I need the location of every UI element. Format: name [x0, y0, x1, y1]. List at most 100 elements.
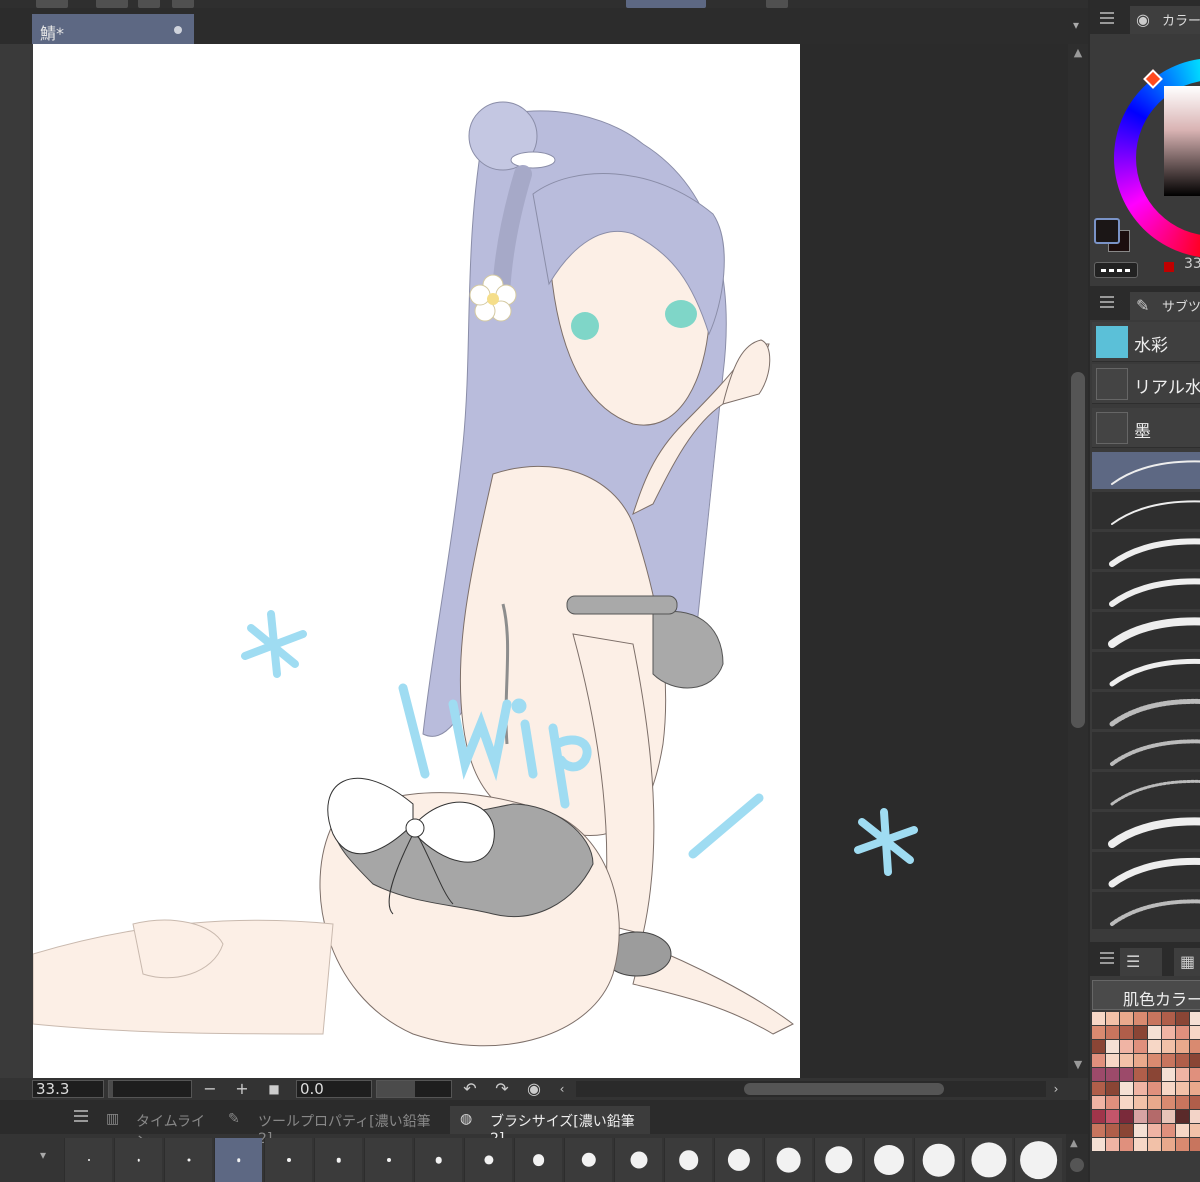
color-swatch[interactable]: [1134, 1012, 1147, 1025]
color-swatch[interactable]: [1176, 1026, 1189, 1039]
color-swatch[interactable]: [1176, 1124, 1189, 1137]
brush-size-option[interactable]: [64, 1138, 112, 1182]
color-swatch[interactable]: [1162, 1054, 1175, 1067]
color-swatch[interactable]: [1134, 1068, 1147, 1081]
brush-size-option[interactable]: [214, 1138, 262, 1182]
close-dot-icon[interactable]: [174, 26, 182, 34]
scroll-thumb[interactable]: [1071, 372, 1085, 728]
main-color-chip[interactable]: [1094, 218, 1120, 244]
toolbar-button[interactable]: [172, 0, 194, 8]
color-swatch[interactable]: [1190, 1138, 1200, 1151]
color-swatch[interactable]: [1106, 1138, 1119, 1151]
color-swatch[interactable]: [1176, 1110, 1189, 1123]
rotation-slider[interactable]: [376, 1080, 452, 1098]
color-swatch[interactable]: [1106, 1096, 1119, 1109]
tab-brush-size[interactable]: ◍ ブラシサイズ[濃い鉛筆 2]: [450, 1106, 650, 1147]
brush-size-option[interactable]: [864, 1138, 912, 1182]
brush-preset[interactable]: [1092, 452, 1200, 490]
color-swatch[interactable]: [1106, 1054, 1119, 1067]
brush-size-option[interactable]: [614, 1138, 662, 1182]
color-swatch[interactable]: [1092, 1054, 1105, 1067]
scroll-up-icon[interactable]: ▲: [1070, 1138, 1078, 1149]
color-swatch[interactable]: [1120, 1068, 1133, 1081]
brush-preset[interactable]: [1092, 732, 1200, 770]
tab-palette-set[interactable]: ☰: [1120, 948, 1162, 976]
color-swatch[interactable]: [1120, 1082, 1133, 1095]
color-swatch[interactable]: [1134, 1138, 1147, 1151]
brush-size-option[interactable]: [414, 1138, 462, 1182]
color-swatch[interactable]: [1190, 1012, 1200, 1025]
color-swatch[interactable]: [1190, 1082, 1200, 1095]
brush-size-option[interactable]: [664, 1138, 712, 1182]
color-swatch[interactable]: [1148, 1040, 1161, 1053]
toolbar-button[interactable]: [36, 0, 68, 8]
brush-size-option[interactable]: [514, 1138, 562, 1182]
color-swatch[interactable]: [1176, 1054, 1189, 1067]
brush-size-option[interactable]: [114, 1138, 162, 1182]
chevron-down-icon[interactable]: ▾: [1068, 18, 1084, 34]
brush-preset[interactable]: [1092, 572, 1200, 610]
color-swatch[interactable]: [1162, 1110, 1175, 1123]
color-swatch[interactable]: [1148, 1082, 1161, 1095]
brush-size-option[interactable]: [1014, 1138, 1062, 1182]
brush-size-scrollbar[interactable]: ▲: [1066, 1134, 1088, 1182]
canvas-horizontal-scrollbar[interactable]: [576, 1081, 1046, 1097]
color-swatch[interactable]: [1162, 1124, 1175, 1137]
drawing-canvas[interactable]: [33, 44, 800, 1078]
saturation-value-square[interactable]: [1164, 86, 1200, 196]
color-swatch[interactable]: [1092, 1110, 1105, 1123]
color-swatch[interactable]: [1134, 1026, 1147, 1039]
color-swatch[interactable]: [1092, 1040, 1105, 1053]
color-swatch[interactable]: [1120, 1138, 1133, 1151]
color-swatch[interactable]: [1092, 1082, 1105, 1095]
rotation-input[interactable]: 0.0: [296, 1080, 372, 1098]
color-swatch[interactable]: [1162, 1138, 1175, 1151]
color-swatch[interactable]: [1148, 1096, 1161, 1109]
brush-size-option[interactable]: [314, 1138, 362, 1182]
toolbar-button-active[interactable]: [626, 0, 706, 8]
brush-size-option[interactable]: [914, 1138, 962, 1182]
color-swatch[interactable]: [1106, 1110, 1119, 1123]
color-swatch[interactable]: [1148, 1012, 1161, 1025]
color-swatch[interactable]: [1120, 1012, 1133, 1025]
color-swatch[interactable]: [1120, 1110, 1133, 1123]
color-swatch[interactable]: [1120, 1026, 1133, 1039]
color-swatch[interactable]: [1134, 1040, 1147, 1053]
color-swatch[interactable]: [1092, 1068, 1105, 1081]
color-swatch[interactable]: [1190, 1040, 1200, 1053]
brush-preset[interactable]: [1092, 812, 1200, 850]
toolbar-button[interactable]: [766, 0, 788, 8]
zoom-input[interactable]: 33.3: [32, 1080, 104, 1098]
color-swatch[interactable]: [1148, 1068, 1161, 1081]
brush-preset[interactable]: [1092, 532, 1200, 570]
panel-menu-icon[interactable]: [74, 1110, 88, 1122]
color-wheel-panel[interactable]: 33: [1090, 34, 1200, 286]
color-swatch[interactable]: [1176, 1068, 1189, 1081]
brush-size-option[interactable]: [464, 1138, 512, 1182]
scroll-left-icon[interactable]: ‹: [552, 1078, 572, 1100]
panel-menu-icon[interactable]: [1100, 12, 1114, 24]
color-swatch[interactable]: [1106, 1026, 1119, 1039]
brush-preset[interactable]: [1092, 692, 1200, 730]
tab-palette-grid[interactable]: ▦: [1174, 948, 1200, 976]
palette-name-dropdown[interactable]: 肌色カラー: [1092, 980, 1200, 1010]
color-swatch[interactable]: [1120, 1124, 1133, 1137]
subtool-real-watercolor[interactable]: リアル水彩: [1092, 364, 1200, 404]
color-swatch[interactable]: [1106, 1124, 1119, 1137]
tab-tool-property[interactable]: ✎ ツールプロパティ[濃い鉛筆 2]: [218, 1106, 446, 1147]
color-swatch[interactable]: [1162, 1082, 1175, 1095]
color-swatch[interactable]: [1190, 1124, 1200, 1137]
scroll-thumb[interactable]: [1070, 1158, 1084, 1172]
color-swatch[interactable]: [1176, 1012, 1189, 1025]
color-swatch[interactable]: [1148, 1110, 1161, 1123]
canvas-vertical-scrollbar[interactable]: ▲ ▼: [1068, 44, 1088, 1078]
zoom-out-icon[interactable]: −: [200, 1078, 220, 1100]
document-tab[interactable]: 鯖*: [32, 14, 194, 44]
brush-preset[interactable]: [1092, 852, 1200, 890]
brush-preset[interactable]: [1092, 892, 1200, 930]
tab-subtool[interactable]: ✎ サブツ: [1130, 292, 1200, 320]
brush-preset[interactable]: [1092, 492, 1200, 530]
tab-timeline[interactable]: ▥ タイムライン: [96, 1106, 214, 1150]
rotate-right-icon[interactable]: ↷: [492, 1078, 512, 1100]
color-swatch[interactable]: [1134, 1096, 1147, 1109]
